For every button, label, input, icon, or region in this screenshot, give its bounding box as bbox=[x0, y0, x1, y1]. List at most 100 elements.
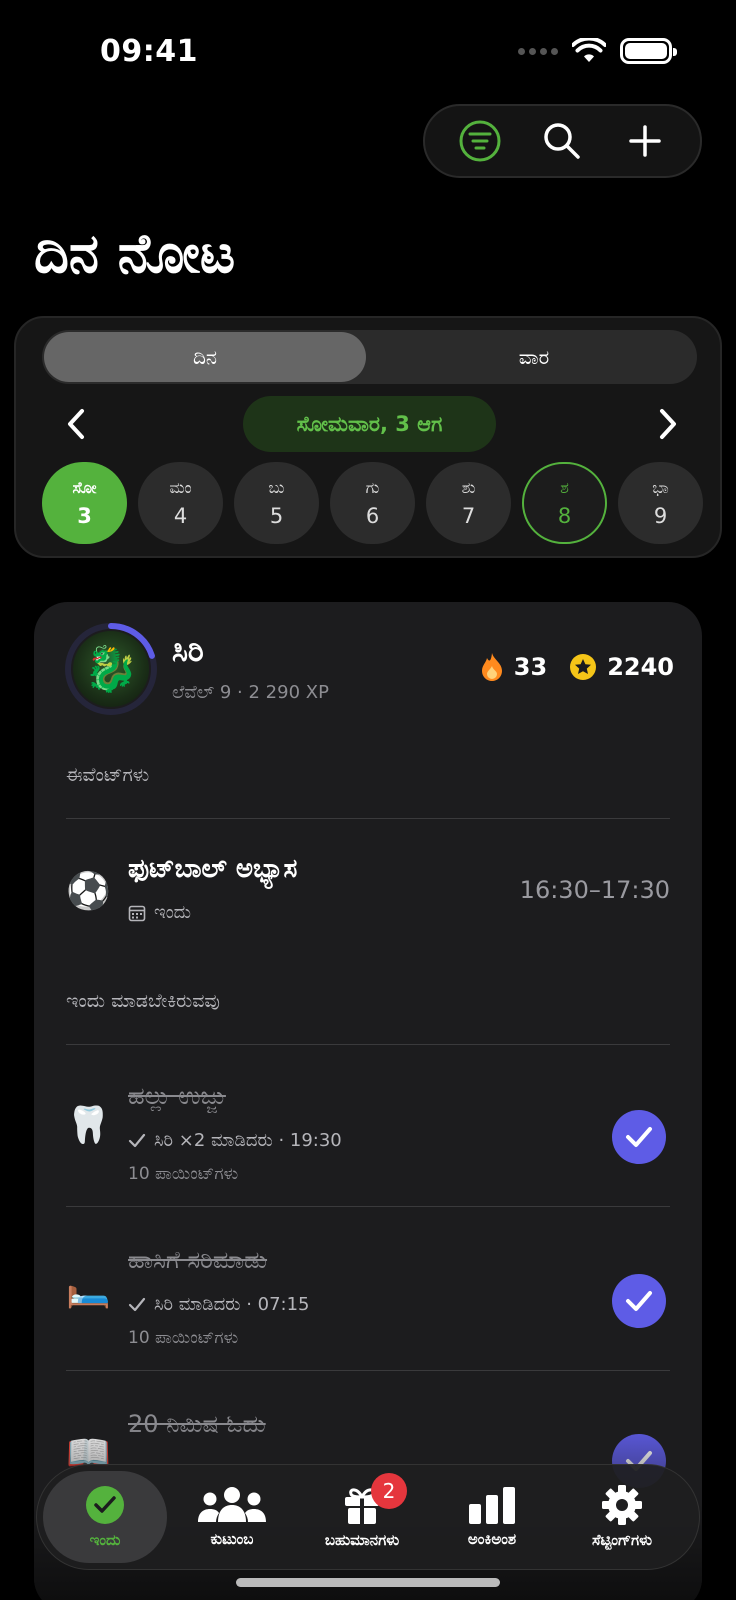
chevron-left-icon bbox=[68, 409, 84, 439]
task-meta-text: ಸಿರಿ ×2 ಮಾಡಿದರು · 19:30 bbox=[154, 1130, 342, 1151]
tab-stats[interactable]: ಅಂಕಿಅಂಶ bbox=[427, 1471, 557, 1563]
gear-icon bbox=[602, 1485, 642, 1525]
day-number: 9 bbox=[653, 504, 668, 528]
people-icon bbox=[198, 1487, 266, 1522]
day-button[interactable]: ಮಂ 4 bbox=[138, 462, 223, 544]
profile-stats: 33 2240 bbox=[480, 652, 674, 682]
task-meta-text: ಸಿರಿ ಮಾಡಿದರು · 07:15 bbox=[154, 1294, 310, 1315]
task-row[interactable]: 🛏️ ಹಾಸಿಗೆ ಸರಿಮಾಡು ಸಿರಿ ಮಾಡಿದರು · 07:15 1… bbox=[66, 1246, 670, 1406]
avatar: 🐉 bbox=[73, 631, 149, 707]
star-coin-icon bbox=[570, 654, 597, 680]
divider bbox=[66, 818, 670, 819]
day-button[interactable]: ಭಾ 9 bbox=[618, 462, 703, 544]
tab-label: ಬಹುಮಾನಗಳು bbox=[324, 1531, 400, 1549]
profile-name: ಸಿರಿ bbox=[172, 634, 204, 669]
day-button[interactable]: ಸೋ 3 bbox=[42, 462, 127, 544]
tab-bar: ಇಂದು ಕುಟುಂಬ 2 ಬಹುಮಾನಗಳು ಅಂಕಿಅಂಶ ಸೆಟ್ಟಿಂಗ… bbox=[36, 1464, 700, 1570]
plus-icon bbox=[629, 125, 661, 157]
bed-icon: 🛏️ bbox=[66, 1269, 111, 1310]
day-number: 5 bbox=[269, 504, 284, 528]
divider bbox=[66, 1370, 670, 1371]
task-complete-toggle[interactable] bbox=[612, 1110, 666, 1164]
segment-day[interactable]: ದಿನ bbox=[44, 332, 366, 382]
current-date-chip[interactable]: ಸೋಮವಾರ, 3 ಆಗ bbox=[243, 396, 496, 452]
events-section-label: ಈವೆಂಟ್‌ಗಳು bbox=[66, 764, 150, 786]
previous-day-button[interactable] bbox=[56, 404, 96, 444]
task-points: 10 ಪಾಯಿಂಟ್‌ಗಳು bbox=[128, 1164, 239, 1184]
checkmark-circle-icon bbox=[86, 1486, 124, 1524]
coins-stat: 2240 bbox=[569, 653, 674, 681]
day-name: ಸೋ bbox=[72, 478, 97, 497]
next-day-button[interactable] bbox=[648, 404, 688, 444]
profile-header[interactable]: 🐉 ಸಿರಿ ಲೆವೆಲ್ 9 · 2 290 XP 33 2240 bbox=[64, 622, 674, 718]
event-date-text: ಇಂದು bbox=[154, 902, 192, 923]
task-meta: ಸಿರಿ ಮಾಡಿದರು · 07:15 bbox=[128, 1294, 310, 1315]
tab-label: ಇಂದು bbox=[89, 1531, 121, 1549]
tab-settings[interactable]: ಸೆಟ್ಟಿಂಗ್‌ಗಳು bbox=[557, 1471, 687, 1563]
tooth-icon: 🦷 bbox=[66, 1105, 111, 1146]
profile-level-xp: ಲೆವೆಲ್ 9 · 2 290 XP bbox=[172, 682, 329, 703]
day-button[interactable]: ಗು 6 bbox=[330, 462, 415, 544]
flame-icon bbox=[481, 653, 502, 681]
day-number: 6 bbox=[365, 504, 380, 528]
event-row[interactable]: ⚽ ಫುಟ್‌ಬಾಲ್ ಅಭ್ಯಾಸ ಇಂದು 16:30–17:30 bbox=[66, 850, 670, 940]
filter-icon bbox=[459, 120, 501, 162]
week-days-row: ಸೋ 3 ಮಂ 4 ಬು 5 ಗು 6 ಶು 7 ಶ 8 ಭಾ 9 bbox=[42, 462, 703, 544]
event-time: 16:30–17:30 bbox=[519, 876, 670, 904]
top-action-bar bbox=[423, 104, 702, 178]
main-card: 🐉 ಸಿರಿ ಲೆವೆಲ್ 9 · 2 290 XP 33 2240 ಈವೆಂಟ… bbox=[34, 602, 702, 1600]
day-name: ಭಾ bbox=[652, 478, 669, 497]
view-segmented-control: ದಿನ ವಾರ bbox=[42, 330, 697, 384]
chevron-right-icon bbox=[660, 409, 676, 439]
day-name: ಶ bbox=[560, 478, 569, 497]
home-indicator bbox=[236, 1578, 500, 1587]
day-name: ಬು bbox=[268, 478, 285, 497]
page-title: ದಿನ ನೋಟ bbox=[34, 222, 236, 285]
day-name: ಗು bbox=[365, 478, 380, 497]
day-number: 7 bbox=[461, 504, 476, 528]
day-number: 3 bbox=[77, 504, 92, 528]
cellular-signal-icon bbox=[518, 47, 558, 55]
filter-button[interactable] bbox=[451, 112, 509, 170]
day-name: ಮಂ bbox=[169, 478, 192, 497]
search-icon bbox=[544, 123, 581, 159]
status-time: 09:41 bbox=[100, 34, 198, 69]
day-number: 8 bbox=[557, 504, 572, 528]
segment-week[interactable]: ವಾರ bbox=[373, 332, 695, 382]
calendar-icon bbox=[128, 905, 146, 921]
streak-count: 33 bbox=[513, 653, 548, 681]
day-name: ಶು bbox=[461, 478, 476, 497]
add-button[interactable] bbox=[616, 112, 674, 170]
checkmark-icon bbox=[626, 1291, 652, 1311]
search-button[interactable] bbox=[533, 112, 591, 170]
date-navigation: ಸೋಮವಾರ, 3 ಆಗ bbox=[16, 396, 720, 452]
divider bbox=[66, 1044, 670, 1045]
tab-rewards[interactable]: 2 ಬಹುಮಾನಗಳು bbox=[297, 1471, 427, 1563]
day-number: 4 bbox=[173, 504, 188, 528]
day-button[interactable]: ಬು 5 bbox=[234, 462, 319, 544]
checkmark-icon bbox=[128, 1297, 146, 1311]
wifi-icon bbox=[572, 38, 606, 62]
day-button[interactable]: ಶು 7 bbox=[426, 462, 511, 544]
rewards-badge: 2 bbox=[371, 1473, 407, 1509]
tab-label: ಸೆಟ್ಟಿಂಗ್‌ಗಳು bbox=[591, 1531, 653, 1549]
bar-chart-icon bbox=[469, 1487, 515, 1524]
checkmark-icon bbox=[128, 1133, 146, 1147]
task-title: ಹಲ್ಲು ಉಜ್ಜು bbox=[128, 1082, 226, 1110]
tab-label: ಅಂಕಿಅಂಶ bbox=[467, 1530, 517, 1548]
status-icons bbox=[518, 38, 677, 64]
todo-section-label: ಇಂದು ಮಾಡಬೇಕಿರುವವು bbox=[66, 990, 220, 1012]
task-complete-toggle[interactable] bbox=[612, 1274, 666, 1328]
task-row[interactable]: 🦷 ಹಲ್ಲು ಉಜ್ಜು ಸಿರಿ ×2 ಮಾಡಿದರು · 19:30 10… bbox=[66, 1082, 670, 1242]
tab-family[interactable]: ಕುಟುಂಬ bbox=[167, 1471, 297, 1563]
calendar-card: ದಿನ ವಾರ ಸೋಮವಾರ, 3 ಆಗ ಸೋ 3 ಮಂ 4 ಬು 5 ಗು 6… bbox=[14, 316, 722, 558]
day-button-today[interactable]: ಶ 8 bbox=[522, 462, 607, 544]
event-date: ಇಂದು bbox=[128, 902, 191, 923]
coins-count: 2240 bbox=[607, 653, 674, 681]
tab-today[interactable]: ಇಂದು bbox=[43, 1471, 167, 1563]
task-title: ಹಾಸಿಗೆ ಸರಿಮಾಡು bbox=[128, 1246, 268, 1274]
checkmark-icon bbox=[626, 1127, 652, 1147]
status-bar: 09:41 bbox=[0, 0, 736, 100]
streak-stat: 33 bbox=[480, 652, 547, 682]
battery-icon bbox=[620, 38, 677, 64]
